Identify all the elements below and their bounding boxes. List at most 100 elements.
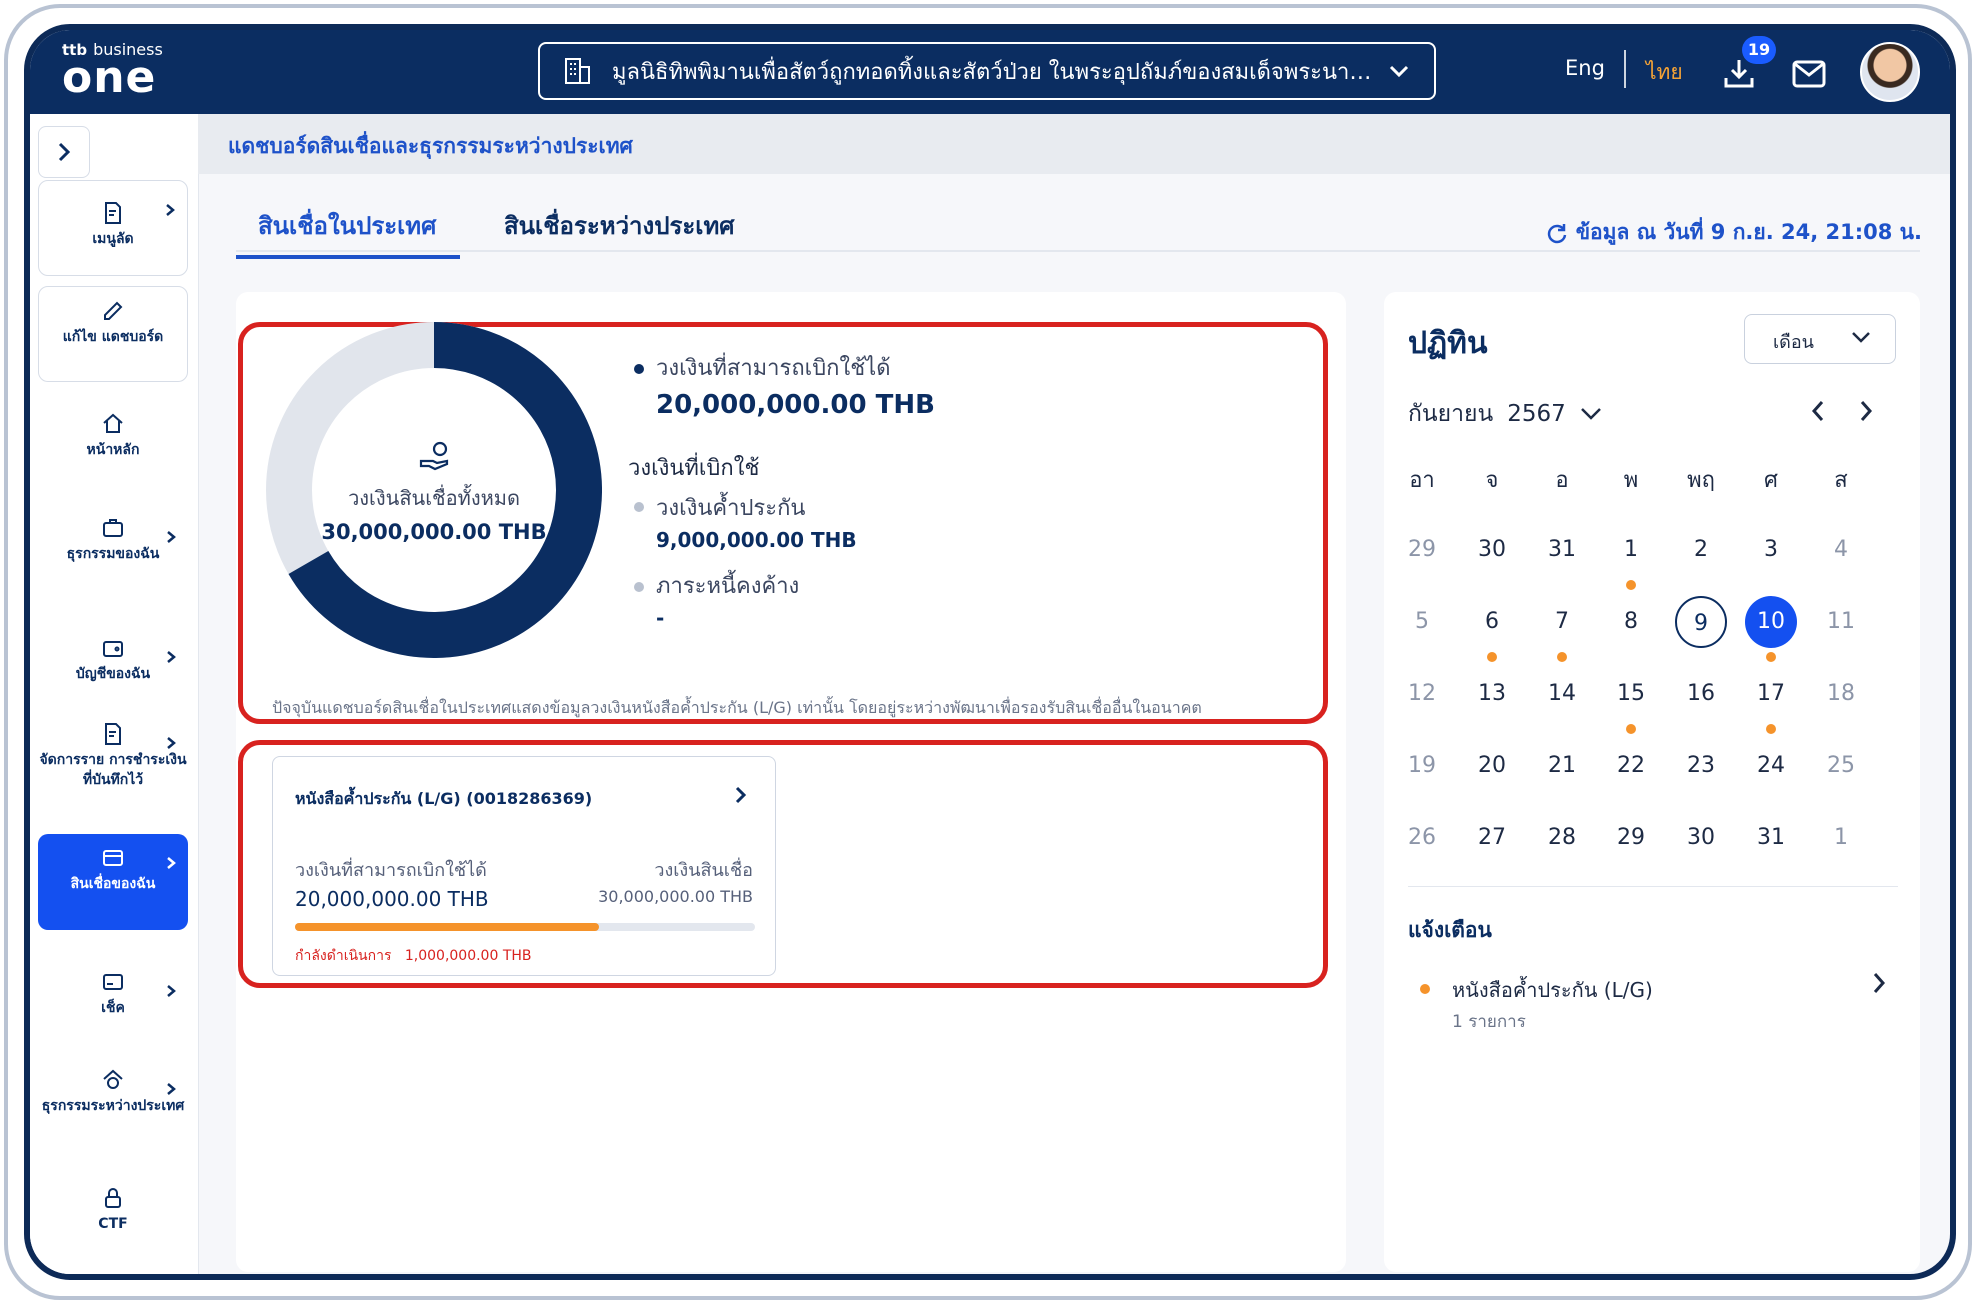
calendar-day[interactable]: 31 [1745,812,1797,864]
chevron-right-icon [58,142,71,162]
lock-icon [105,1188,121,1208]
calendar-view-select[interactable]: เดือน [1744,314,1896,364]
lang-th-button[interactable]: ไทย [1646,56,1683,89]
chevron-right-icon [167,1083,176,1095]
lg-card[interactable]: หนังสือค้ำประกัน (L/G) (0018286369) วงเง… [272,756,776,976]
calendar-day[interactable]: 26 [1396,812,1448,864]
calendar-day[interactable]: 23 [1675,740,1727,792]
sidebar-item-home[interactable]: หน้าหลัก [38,404,188,474]
breadcrumb-band: แดชบอร์ดสินเชื่อและธุรกรรมระหว่างประเทศ [198,114,1950,174]
chevron-right-icon [167,651,176,663]
calendar-divider [1408,886,1898,887]
home-icon [103,413,123,433]
calendar-month-picker[interactable]: กันยายน 2567 [1408,396,1602,432]
calendar-day[interactable]: 25 [1815,740,1867,792]
calendar-weekday: อา [1409,468,1435,493]
calendar-day[interactable]: 1 [1815,812,1867,864]
calendar-day[interactable]: 31 [1536,524,1588,576]
lg-card-title: หนังสือค้ำประกัน (L/G) (0018286369) [295,789,593,808]
calendar-day[interactable]: 5 [1396,596,1448,648]
used-heading: วงเงินที่เบิกใช้ [628,456,760,481]
guarantee-value: 9,000,000.00 THB [656,528,857,552]
calendar-event-dot [1766,724,1776,734]
card-icon [103,850,123,866]
sidebar-item-label: ธุรกรรมของฉัน [66,546,160,562]
calendar-day[interactable]: 13 [1466,668,1518,720]
chevron-down-icon [1580,408,1601,420]
calendar-day[interactable]: 29 [1605,812,1657,864]
sidebar-item-international[interactable]: ธุรกรรมระหว่างประเทศ [38,1060,188,1150]
donut-center-label: วงเงินสินเชื่อทั้งหมด 30,000,000.00 THB [266,482,602,544]
sidebar-item-label: CTF [98,1216,128,1232]
sidebar-item-my-accounts[interactable]: บัญชีของฉัน [38,628,188,698]
calendar-day[interactable]: 17 [1745,668,1797,720]
calendar-day[interactable]: 18 [1815,668,1867,720]
calendar-day[interactable]: 16 [1675,668,1727,720]
calendar-day[interactable]: 10 [1745,596,1797,648]
tab-domestic-loans[interactable]: สินเชื่อในประเทศ [235,206,461,259]
calendar-day[interactable]: 6 [1466,596,1518,648]
chevron-down-icon [1852,332,1870,343]
calendar-day[interactable]: 4 [1815,524,1867,576]
alert-dot [1420,984,1430,994]
calendar-day[interactable]: 1 [1605,524,1657,576]
company-name: มูลนิธิทิพพิมานเพื่อสัตว์ถูกทอดทิ้งและสั… [612,59,1382,85]
chevron-right-icon [735,786,747,804]
edit-icon [104,301,123,320]
cheque-icon [103,974,123,990]
calendar-day[interactable]: 22 [1605,740,1657,792]
lang-en-button[interactable]: Eng [1565,56,1605,80]
calendar-day[interactable]: 19 [1396,740,1448,792]
calendar-day[interactable]: 3 [1745,524,1797,576]
alerts-title: แจ้งเตือน [1408,918,1492,942]
sidebar-item-label: สินเชื่อของฉัน [70,876,156,892]
data-updated-info[interactable]: ข้อมูล ณ วันที่ 9 ก.ย. 24, 21:08 น. [1546,216,1922,249]
lg-progress-track [295,923,755,931]
app-logo[interactable]: ttb business one [62,40,163,100]
sidebar-expand-button[interactable] [38,126,90,178]
lg-status-label: กำลังดำเนินการ [295,948,392,964]
calendar-day[interactable]: 29 [1396,524,1448,576]
user-avatar[interactable] [1860,42,1920,102]
calendar-day[interactable]: 15 [1605,668,1657,720]
sidebar-item-my-transactions[interactable]: ธุรกรรมของฉัน [38,508,188,598]
tab-international-loans[interactable]: สินเชื่อระหว่างประเทศ [504,206,735,245]
sidebar-item-my-loans[interactable]: สินเชื่อของฉัน [38,834,188,930]
lg-credit-value: 30,000,000.00 THB [598,887,753,906]
guarantee-label: วงเงินค้ำประกัน [656,496,806,521]
calendar-weekday: อ [1555,468,1569,493]
calendar-day[interactable]: 12 [1396,668,1448,720]
calendar-prev-month-button[interactable] [1808,398,1828,424]
calendar-weekday: พ [1623,468,1639,493]
calendar-day[interactable]: 28 [1536,812,1588,864]
available-bullet [634,364,644,374]
sidebar-item-ctf[interactable]: CTF [38,1178,188,1248]
calendar-day[interactable]: 9 [1675,596,1727,648]
calendar-day[interactable]: 2 [1675,524,1727,576]
building-icon [565,58,590,84]
sidebar-item-shortcuts[interactable]: เมนูลัด [38,180,188,276]
calendar-day[interactable]: 21 [1536,740,1588,792]
chevron-down-icon [1389,65,1409,78]
calendar-day[interactable]: 30 [1466,524,1518,576]
sidebar-item-cheque[interactable]: เช็ค [38,962,188,1032]
sidebar-item-saved-payments[interactable]: จัดการราย การชำระเงินที่บันทึกไว้ [38,714,188,824]
calendar-day[interactable]: 20 [1466,740,1518,792]
calendar-day[interactable]: 14 [1536,668,1588,720]
company-selector[interactable]: มูลนิธิทิพพิมานเพื่อสัตว์ถูกทอดทิ้งและสั… [538,42,1436,100]
calendar-event-dot [1626,580,1636,590]
sidebar-item-label: เมนูลัด [92,231,134,247]
refresh-icon [1547,223,1566,243]
calendar-day[interactable]: 24 [1745,740,1797,792]
calendar-day[interactable]: 11 [1815,596,1867,648]
sidebar-item-edit-dashboard[interactable]: แก้ไข แดชบอร์ด [38,286,188,382]
calendar-day[interactable]: 30 [1675,812,1727,864]
lg-status-value: 1,000,000.00 THB [404,948,532,964]
calendar-day[interactable]: 27 [1466,812,1518,864]
calendar-weekday: จ [1485,468,1499,493]
mail-icon[interactable] [1792,60,1826,88]
sidebar: เมนูลัด แก้ไข แดชบอร์ด หน้าหลัก ธุรกรรมข… [30,114,199,1274]
calendar-next-month-button[interactable] [1856,398,1876,424]
calendar-day[interactable]: 7 [1536,596,1588,648]
calendar-day[interactable]: 8 [1605,596,1657,648]
